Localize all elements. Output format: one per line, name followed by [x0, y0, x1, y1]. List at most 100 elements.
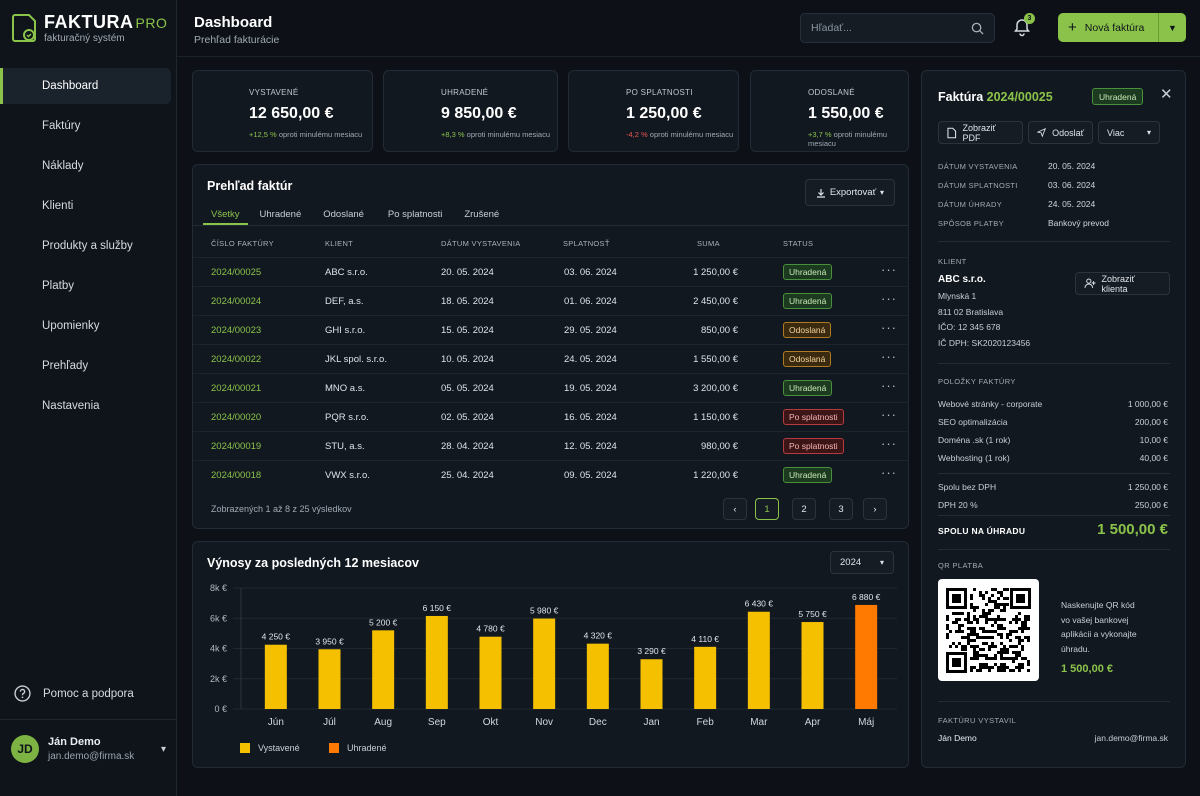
- sidebar-item-n-klady[interactable]: Náklady: [0, 148, 171, 184]
- table-row[interactable]: 2024/00019 STU, a.s. 28. 04. 2024 12. 05. 2…: [193, 431, 909, 460]
- more-actions-icon[interactable]: ···: [881, 407, 897, 422]
- stat-card-uhraden-[interactable]: UHRADENÉ 9 850,00 € +8,3 % oproti minulému…: [383, 70, 558, 152]
- app-logo[interactable]: FAKTURA PRO fakturačný systém: [12, 12, 167, 44]
- client-address-line: IČO: 12 345 678: [938, 322, 1001, 332]
- more-actions-icon[interactable]: ···: [881, 291, 897, 306]
- help-link[interactable]: Pomoc a podpora: [14, 685, 134, 702]
- table-row[interactable]: 2024/00022 JKL spol. s.r.o. 10. 05. 2024 24…: [193, 344, 909, 373]
- tab-uhraden-[interactable]: Uhradené: [252, 205, 310, 224]
- table-row[interactable]: 2024/00023 GHI s.r.o. 15. 05. 2024 29. 05. …: [193, 315, 909, 344]
- column-header[interactable]: SUMA: [697, 239, 720, 248]
- sidebar-item-label: Produkty a služby: [42, 240, 133, 252]
- notification-count-badge: 3: [1024, 13, 1035, 24]
- column-header[interactable]: STATUS: [783, 239, 813, 248]
- search-placeholder: Hľadať...: [811, 22, 852, 34]
- bar-value-label: 4 780 €: [476, 624, 505, 634]
- divider: [938, 549, 1170, 550]
- more-button[interactable]: Viac ▾: [1098, 121, 1160, 144]
- table-row[interactable]: 2024/00020 PQR s.r.o. 02. 05. 2024 16. 05. …: [193, 402, 909, 431]
- more-actions-icon[interactable]: ···: [881, 320, 897, 335]
- invoice-number-cell[interactable]: 2024/00023: [211, 325, 261, 336]
- x-tick-label: Jún: [268, 717, 284, 728]
- prev-page-button[interactable]: ‹: [723, 498, 747, 520]
- invoice-number-cell[interactable]: 2024/00020: [211, 412, 261, 423]
- issued-date-cell: 25. 04. 2024: [441, 470, 494, 481]
- sidebar-item-klienti[interactable]: Klienti: [0, 188, 171, 224]
- legend-item[interactable]: Vystavené: [240, 743, 300, 753]
- invoice-number-cell[interactable]: 2024/00024: [211, 296, 261, 307]
- sidebar-item-dashboard[interactable]: Dashboard: [0, 68, 171, 104]
- stat-card-po-splatnosti[interactable]: PO SPLATNOSTI 1 250,00 € -4,2 % oproti min…: [568, 70, 739, 152]
- user-menu[interactable]: JD Ján Demo jan.demo@firma.sk ▾: [11, 735, 166, 763]
- status-badge: Uhradená: [1092, 88, 1144, 105]
- issued-date-cell: 18. 05. 2024: [441, 296, 494, 307]
- invoice-number-cell[interactable]: 2024/00018: [211, 470, 261, 481]
- more-actions-icon[interactable]: ···: [881, 349, 897, 364]
- more-actions-icon[interactable]: ···: [881, 465, 897, 480]
- invoice-number-cell[interactable]: 2024/00022: [211, 354, 261, 365]
- column-header[interactable]: SPLATNOSŤ: [563, 239, 610, 248]
- table-row[interactable]: 2024/00021 MNO a.s. 05. 05. 2024 19. 05. 20…: [193, 373, 909, 402]
- legend-item[interactable]: Uhradené: [329, 743, 387, 753]
- invoice-title-prefix: Faktúra: [938, 90, 984, 104]
- send-button[interactable]: Odoslať: [1028, 121, 1093, 144]
- detail-value: 24. 05. 2024: [1048, 199, 1096, 209]
- column-header[interactable]: ČÍSLO FAKTÚRY: [211, 239, 274, 248]
- export-button[interactable]: Exportovať ▾: [805, 179, 895, 206]
- tab-zru-en-[interactable]: Zrušené: [456, 205, 507, 224]
- legend-label: Uhradené: [347, 743, 387, 753]
- due-date-cell: 01. 06. 2024: [564, 296, 617, 307]
- bar-Aug: [372, 630, 395, 709]
- more-actions-icon[interactable]: ···: [881, 262, 897, 277]
- amount-cell: 1 220,00 €: [693, 470, 738, 481]
- invoice-item-name: Doména .sk (1 rok): [938, 435, 1011, 445]
- invoice-number-cell[interactable]: 2024/00021: [211, 383, 261, 394]
- page-button-3[interactable]: 3: [829, 498, 853, 520]
- chevron-down-icon[interactable]: ▼: [1159, 23, 1186, 33]
- x-tick-label: Mar: [750, 717, 768, 728]
- due-date-cell: 16. 05. 2024: [564, 412, 617, 423]
- column-header[interactable]: KLIENT: [325, 239, 353, 248]
- invoice-detail-title: Faktúra 2024/00025: [938, 90, 1053, 104]
- stat-card-vystaven-[interactable]: VYSTAVENÉ 12 650,00 € +12,5 % oproti minul…: [192, 70, 373, 152]
- plus-icon: +: [1068, 19, 1077, 36]
- sidebar-item-produkty-a-slu-by[interactable]: Produkty a služby: [0, 228, 171, 264]
- table-row[interactable]: 2024/00024 DEF, a.s. 18. 05. 2024 01. 06. 2…: [193, 286, 909, 315]
- tab-v-etky[interactable]: Všetky: [203, 205, 248, 225]
- page-button-1[interactable]: 1: [755, 498, 779, 520]
- sidebar-item-nastavenia[interactable]: Nastavenia: [0, 388, 171, 424]
- next-page-button[interactable]: ›: [863, 498, 887, 520]
- stat-card-odoslan-[interactable]: ODOSLANÉ 1 550,00 € +3,7 % oproti minulému…: [750, 70, 909, 152]
- sidebar-divider: [0, 719, 177, 720]
- new-invoice-button[interactable]: + Nová faktúra ▼: [1058, 13, 1186, 42]
- more-actions-icon[interactable]: ···: [881, 378, 897, 393]
- table-row[interactable]: 2024/00018 VWX s.r.o. 25. 04. 2024 09. 05. …: [193, 460, 909, 489]
- due-date-cell: 24. 05. 2024: [564, 354, 617, 365]
- tab-odoslan-[interactable]: Odoslané: [315, 205, 372, 224]
- show-client-button[interactable]: Zobraziť klienta: [1075, 272, 1170, 295]
- bar-value-label: 4 250 €: [262, 632, 291, 642]
- page-button-2[interactable]: 2: [792, 498, 816, 520]
- view-pdf-button[interactable]: Zobraziť PDF: [938, 121, 1023, 144]
- more-actions-icon[interactable]: ···: [881, 436, 897, 451]
- chevron-down-icon: ▾: [1146, 128, 1151, 137]
- sidebar-item-fakt-ry[interactable]: Faktúry: [0, 108, 171, 144]
- column-header[interactable]: DÁTUM VYSTAVENIA: [441, 239, 521, 248]
- table-row[interactable]: 2024/00025 ABC s.r.o. 20. 05. 2024 03. 06. …: [193, 257, 909, 286]
- close-icon[interactable]: ✕: [1160, 85, 1173, 103]
- bar-Dec: [586, 643, 609, 709]
- search-input[interactable]: Hľadať...: [800, 13, 995, 43]
- status-badge: Odoslaná: [783, 351, 832, 367]
- bar-Apr: [801, 622, 824, 709]
- sidebar-item-upomienky[interactable]: Upomienky: [0, 308, 171, 344]
- sidebar-item-platby[interactable]: Platby: [0, 268, 171, 304]
- sidebar-item-preh-ady[interactable]: Prehľady: [0, 348, 171, 384]
- stat-label: UHRADENÉ: [441, 88, 489, 97]
- x-tick-label: Nov: [535, 717, 553, 728]
- status-badge: Odoslaná: [783, 322, 832, 338]
- tab-po-splatnosti[interactable]: Po splatnosti: [380, 205, 450, 224]
- bar-Jún: [264, 644, 287, 709]
- invoice-number-cell[interactable]: 2024/00019: [211, 441, 261, 452]
- invoice-number-cell[interactable]: 2024/00025: [211, 267, 261, 278]
- year-select[interactable]: 2024 ▾: [830, 551, 894, 574]
